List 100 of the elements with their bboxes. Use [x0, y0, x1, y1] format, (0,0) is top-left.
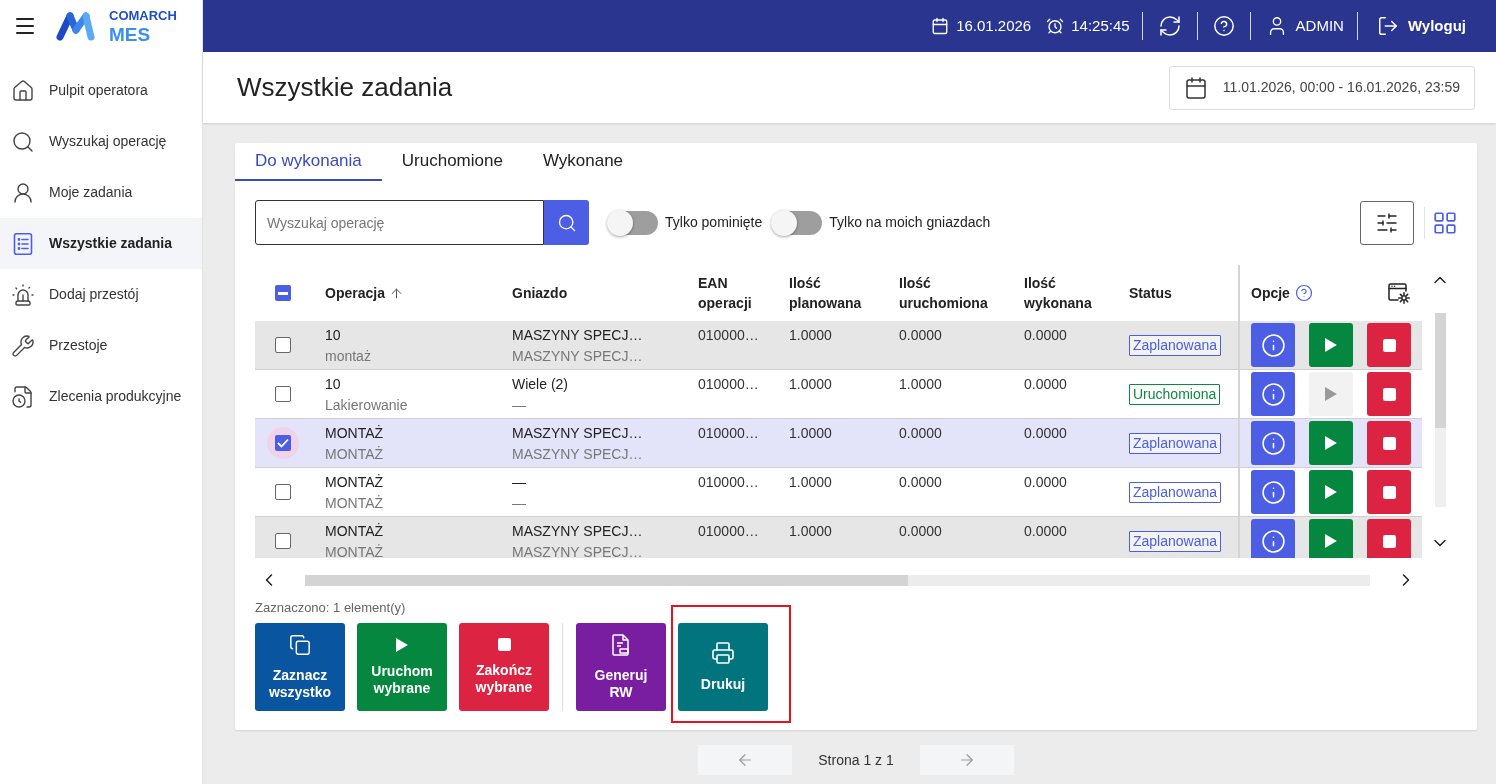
action-button[interactable]: Drukuj	[678, 623, 768, 711]
grid-view-icon[interactable]	[1432, 209, 1458, 236]
select-all-checkbox[interactable]	[274, 285, 291, 301]
table-row[interactable]: MONTAŻ MONTAŻ MASZYNY SPECJ… MASZYNY SPECJ… 010000… 1.0000 0.0000 0.0000 Zaplanowana	[255, 419, 1422, 468]
table-cell-text: 0.0000	[899, 424, 942, 443]
info-icon	[1260, 479, 1286, 505]
info-button[interactable]	[1251, 421, 1295, 465]
stop-button[interactable]	[1367, 421, 1411, 465]
info-button[interactable]	[1251, 519, 1295, 558]
nav-item[interactable]: Wyszukaj operację	[0, 116, 202, 167]
play-icon	[1325, 485, 1337, 499]
start-button[interactable]	[1309, 323, 1353, 367]
nav-item[interactable]: Zlecenia produkcyjne	[0, 371, 202, 422]
table-row[interactable]: 10 montaż MASZYNY SPECJ… MASZYNY SPECJ… 010000… 1.0000 0.0000 0.0000 Zaplanowana	[255, 321, 1422, 370]
search-button[interactable]	[544, 200, 589, 245]
workstation-detail: —	[512, 396, 526, 415]
play-icon	[1325, 338, 1337, 352]
nav-item[interactable]: Moje zadania	[0, 167, 202, 218]
user-name[interactable]: ADMIN	[1295, 14, 1344, 38]
person-icon	[11, 180, 35, 205]
table-cell-text: 1.0000	[789, 424, 832, 443]
action-button[interactable]: Zakończ wybrane	[459, 623, 549, 711]
checkbox[interactable]	[266, 427, 299, 459]
stop-icon	[1382, 387, 1396, 401]
stop-button[interactable]	[1367, 470, 1411, 514]
workstation-detail: —	[512, 494, 526, 513]
info-button[interactable]	[1251, 323, 1295, 367]
nav-item[interactable]: Dodaj przestój	[0, 269, 202, 320]
date-range-button[interactable]: 11.01.2026, 00:00 - 16.01.2026, 23:59	[1168, 65, 1475, 110]
sliders-icon	[1375, 210, 1399, 235]
workstation: MASZYNY SPECJ…	[512, 522, 643, 541]
action-button[interactable]: Zaznacz wszystko	[255, 623, 345, 711]
tab[interactable]: Do wykonania	[235, 143, 382, 181]
search-icon	[556, 212, 577, 233]
operation-name: montaż	[325, 347, 371, 366]
table-row[interactable]: 10 Lakierowanie Wiele (2) — 010000… 1.0000 1.0000 0.0000 Uruchomiona	[255, 370, 1422, 419]
info-icon	[1260, 381, 1286, 407]
printer-icon	[711, 641, 735, 665]
table-cell-text: 0.0000	[1024, 375, 1067, 394]
workstation: —	[512, 473, 526, 492]
page-title: Wszystkie zadania	[237, 71, 453, 104]
table-cell-text: 0.0000	[1024, 473, 1067, 492]
column-header: Ilość planowana	[789, 274, 862, 313]
logout-icon	[1376, 15, 1399, 37]
info-icon	[1260, 332, 1286, 358]
workstation: MASZYNY SPECJ…	[512, 424, 643, 443]
action-button[interactable]: Generuj RW	[576, 623, 666, 711]
tab[interactable]: Wykonane	[522, 143, 644, 181]
stop-button[interactable]	[1367, 519, 1411, 558]
stop-icon	[1382, 485, 1396, 499]
table-cell-text: 010000…	[698, 326, 759, 345]
logout-button[interactable]: Wyloguj	[1376, 14, 1466, 38]
start-button[interactable]	[1309, 421, 1353, 465]
checkbox[interactable]	[274, 337, 291, 353]
checkbox[interactable]	[274, 386, 291, 402]
start-button[interactable]	[1309, 470, 1353, 514]
table-cell-text: 1.0000	[789, 375, 832, 394]
wrench-icon	[11, 333, 35, 358]
vertical-scrollbar[interactable]	[1434, 313, 1446, 507]
workstation: MASZYNY SPECJ…	[512, 326, 643, 345]
table-cell-text: 1.0000	[789, 326, 832, 345]
table-row[interactable]: MONTAŻ MONTAŻ — — 010000… 1.0000 0.0000 0.0000 Zaplanowana	[255, 468, 1422, 517]
list-icon	[11, 231, 35, 256]
operation-code: 10	[325, 375, 341, 394]
current-date: 16.01.2026	[956, 15, 1032, 36]
nav-item[interactable]: Pulpit operatora	[0, 65, 202, 116]
action-button[interactable]: Uruchom wybrane	[357, 623, 447, 711]
nav-item[interactable]: Przestoje	[0, 320, 202, 371]
operation-name: Lakierowanie	[325, 396, 408, 415]
start-button[interactable]	[1309, 519, 1353, 558]
stop-button[interactable]	[1367, 372, 1411, 416]
table-cell-text: 0.0000	[899, 522, 942, 541]
stop-button[interactable]	[1367, 323, 1411, 367]
column-header: Ilość wykonana	[1024, 274, 1092, 313]
toggle-switch[interactable]	[608, 210, 658, 235]
info-icon	[1260, 528, 1286, 554]
column-header: EAN operacji	[698, 274, 752, 313]
window-settings-icon[interactable]	[1387, 281, 1411, 305]
table-cell-text: 1.0000	[899, 375, 942, 394]
workstation-detail: MASZYNY SPECJ…	[512, 347, 643, 366]
table-cell-text: 010000…	[698, 522, 759, 541]
refresh-icon[interactable]	[1157, 14, 1182, 38]
checkbox[interactable]	[274, 533, 291, 549]
document-clock-icon	[11, 384, 35, 409]
checkbox[interactable]	[274, 484, 291, 500]
calendar-icon	[1183, 75, 1208, 100]
info-button[interactable]	[1251, 470, 1295, 514]
toggle-label: Tylko pominięte	[665, 213, 763, 232]
info-button[interactable]	[1251, 372, 1295, 416]
search-field[interactable]: Wyszukaj operację	[255, 200, 544, 245]
status-badge: Zaplanowana	[1129, 432, 1222, 454]
table-cell-text: 0.0000	[899, 473, 942, 492]
help-icon[interactable]	[1294, 284, 1313, 302]
table-row[interactable]: MONTAŻ MONTAŻ MASZYNY SPECJ… MASZYNY SPECJ… 010000… 1.0000 0.0000 0.0000 Zaplanowana	[255, 517, 1422, 558]
search-icon	[11, 129, 35, 154]
tab[interactable]: Uruchomione	[381, 143, 523, 181]
toggle-switch[interactable]	[772, 210, 823, 235]
horizontal-scrollbar[interactable]	[305, 574, 1370, 586]
nav-item[interactable]: Wszystkie zadania	[0, 218, 202, 269]
filter-settings-button[interactable]	[1360, 200, 1414, 245]
